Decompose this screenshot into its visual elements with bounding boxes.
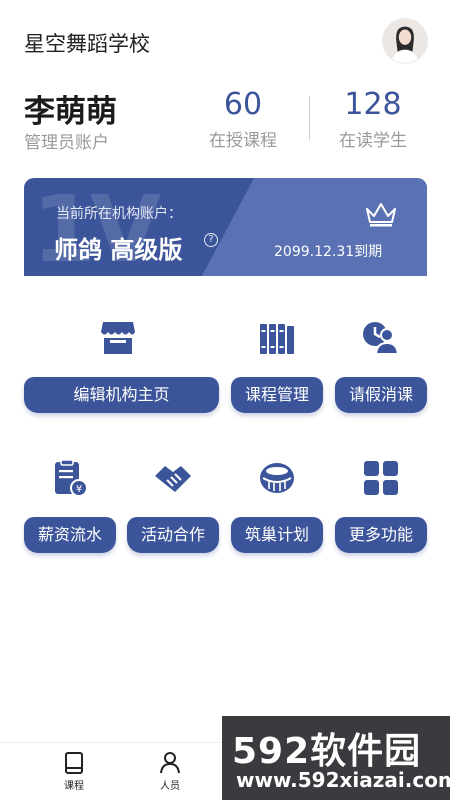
stat-students-value: 128 — [344, 87, 402, 122]
course-management-button[interactable]: 课程管理 — [231, 377, 323, 413]
avatar[interactable] — [382, 18, 428, 64]
crown-icon — [366, 203, 396, 227]
tab-people[interactable]: 人员 — [140, 751, 200, 792]
person-icon — [160, 752, 180, 774]
book-icon — [65, 752, 83, 774]
clipboard-yen-icon: ¥ — [55, 459, 88, 497]
stat-divider — [309, 96, 310, 140]
tab-courses[interactable]: 课程 — [44, 751, 104, 792]
expire-date: 2099.12.31到期 — [274, 244, 383, 260]
more-features-label: 更多功能 — [348, 525, 413, 544]
leave-cancel-label: 请假消课 — [348, 385, 413, 404]
watermark-url: www.592xiazai.com — [236, 768, 450, 792]
stat-students-label: 在读学生 — [339, 131, 407, 151]
leave-cancel-button[interactable]: 请假消课 — [335, 377, 427, 413]
activity-cooperation-label: 活动合作 — [140, 525, 205, 544]
books-icon — [260, 324, 294, 354]
grid-icon — [364, 461, 398, 495]
course-management-label: 课程管理 — [244, 385, 309, 404]
tab-courses-label: 课程 — [64, 781, 84, 792]
account-banner[interactable]: 1V 当前所在机构账户： 师鸽 高级版 ? 2099.12.31到期 — [24, 178, 427, 276]
edit-org-homepage-label: 编辑机构主页 — [73, 385, 170, 404]
edit-org-homepage-button[interactable]: 编辑机构主页 — [24, 377, 219, 413]
salary-flow-button[interactable]: 薪资流水 — [24, 517, 116, 553]
nest-plan-button[interactable]: 筑巢计划 — [231, 517, 323, 553]
user-name: 李萌萌 — [24, 94, 117, 130]
watermark-logo: 592软件园 — [232, 731, 422, 772]
avatar-image — [383, 19, 427, 63]
banner-label: 当前所在机构账户： — [56, 206, 182, 222]
nest-icon — [260, 463, 294, 493]
corner-watermark: 592软件园 www.592xiazai.com — [222, 716, 450, 800]
banner-org-name: 师鸽 高级版 — [54, 236, 183, 264]
stat-courses-value: 60 — [223, 87, 263, 122]
more-features-button[interactable]: 更多功能 — [335, 517, 427, 553]
stat-courses[interactable]: 60 在授课程 — [188, 87, 298, 152]
help-icon[interactable]: ? — [204, 233, 218, 247]
salary-flow-label: 薪资流水 — [37, 525, 102, 544]
stat-courses-label: 在授课程 — [209, 131, 277, 151]
svg-text:¥: ¥ — [76, 484, 82, 495]
user-role: 管理员账户 — [24, 133, 109, 153]
nest-plan-label: 筑巢计划 — [244, 525, 309, 544]
clock-person-icon — [363, 322, 400, 355]
storefront-icon — [101, 322, 135, 354]
tab-people-label: 人员 — [160, 781, 180, 792]
stat-students[interactable]: 128 在读学生 — [318, 87, 428, 152]
activity-cooperation-button[interactable]: 活动合作 — [127, 517, 219, 553]
app-title: 星空舞蹈学校 — [24, 32, 150, 56]
handshake-icon — [155, 466, 191, 492]
